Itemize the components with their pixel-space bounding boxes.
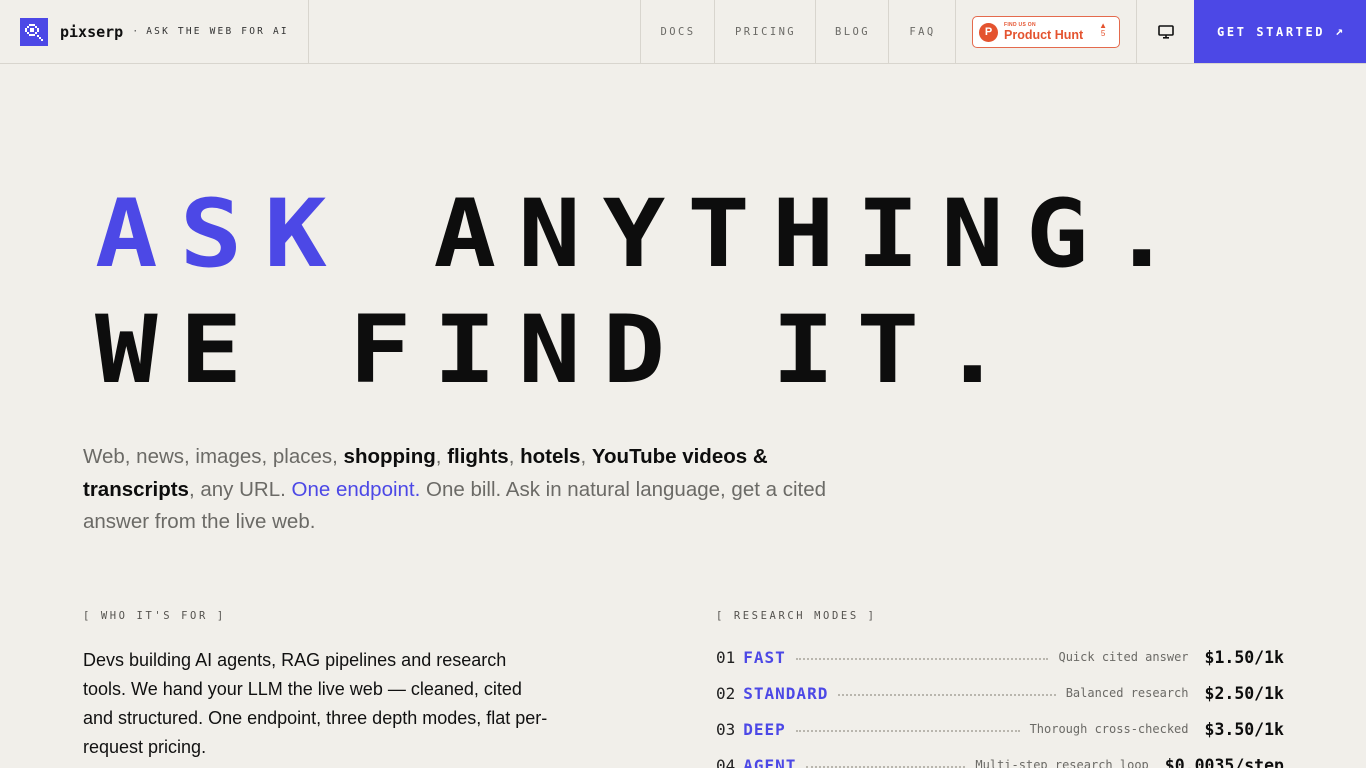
mode-description: Multi-step research loop — [975, 758, 1149, 768]
who-section-body: Devs building AI agents, RAG pipelines a… — [83, 650, 548, 757]
dotted-leader — [795, 730, 1020, 732]
mode-row-fast[interactable]: 01 FAST Quick cited answer $1.50/1k — [716, 645, 1284, 669]
lede-text: , — [435, 445, 448, 468]
mode-number: 03 — [716, 719, 736, 739]
product-hunt-name: Product Hunt — [1004, 27, 1084, 42]
nav-blog[interactable]: BLOG — [815, 0, 889, 63]
arrow-up-right-icon: ↗ — [1335, 24, 1343, 39]
who-section-label: [ WHO IT'S FOR ] — [83, 610, 226, 622]
mode-description: Quick cited answer — [1058, 650, 1189, 664]
lede-hotels: hotels — [520, 445, 581, 468]
mode-price: $1.50/1k — [1204, 647, 1284, 667]
hero-accent-word: ASK — [95, 178, 349, 289]
product-hunt-icon: P — [979, 22, 998, 42]
mode-price: $3.50/1k — [1204, 719, 1284, 739]
nav-docs[interactable]: DOCS — [640, 0, 715, 63]
vote-count: 5 — [1100, 29, 1106, 39]
top-nav: pixserp · ASK THE WEB FOR AI DOCS PRICIN… — [0, 0, 1366, 64]
hero-line-2-text: WE FIND IT. — [95, 294, 1026, 405]
lede-text: , — [580, 445, 592, 468]
product-hunt-text: FIND US ON Product Hunt — [1004, 21, 1084, 42]
mode-name: DEEP — [743, 719, 786, 739]
mode-name: FAST — [743, 647, 786, 667]
dotted-leader — [838, 694, 1056, 696]
mode-description: Balanced research — [1065, 686, 1189, 700]
lede-shopping: shopping — [343, 445, 436, 468]
mode-number: 04 — [716, 755, 736, 768]
hero-headline-line-1: ASK ANYTHING. — [95, 187, 1195, 281]
lede-text: , any URL. — [188, 477, 292, 501]
mode-price: $2.50/1k — [1204, 683, 1284, 703]
hero-headline-line-2: WE FIND IT. — [95, 303, 1026, 397]
lede-text: Web, news, images, places, — [83, 445, 344, 468]
nav-pricing[interactable]: PRICING — [714, 0, 816, 63]
monitor-icon — [1157, 24, 1174, 39]
product-hunt-small-label: FIND US ON — [1004, 21, 1036, 28]
hero-line-1-rest: ANYTHING. — [348, 178, 1195, 289]
brand-name: pixserp — [60, 22, 124, 41]
brand-separator: · — [132, 26, 139, 37]
mode-description: Thorough cross-checked — [1029, 722, 1189, 736]
dotted-leader — [795, 658, 1049, 660]
get-started-label: GET STARTED — [1217, 24, 1326, 39]
mode-name: STANDARD — [743, 683, 829, 703]
lede-endpoint-link[interactable]: One endpoint. — [292, 478, 421, 501]
mode-row-deep[interactable]: 03 DEEP Thorough cross-checked $3.50/1k — [716, 717, 1284, 741]
mode-number: 02 — [716, 683, 736, 703]
mode-row-standard[interactable]: 02 STANDARD Balanced research $2.50/1k — [716, 681, 1284, 705]
lede-text: , — [508, 445, 521, 468]
mode-row-agent[interactable]: 04 AGENT Multi-step research loop $0.003… — [716, 753, 1284, 768]
brand-tagline: ASK THE WEB FOR AI — [146, 26, 289, 37]
hero-description: Web, news, images, places, shopping, fli… — [83, 441, 873, 539]
get-started-button[interactable]: GET STARTED ↗ — [1194, 0, 1366, 63]
mode-price: $0.0035/step — [1164, 755, 1284, 768]
modes-section-label: [ RESEARCH MODES ] — [716, 610, 877, 622]
theme-toggle-button[interactable] — [1136, 0, 1194, 63]
lede-flights: flights — [447, 445, 509, 468]
product-hunt-badge[interactable]: P FIND US ON Product Hunt ▲ 5 — [972, 16, 1120, 48]
mode-name: AGENT — [743, 755, 797, 768]
mode-number: 01 — [716, 647, 736, 667]
brand[interactable]: pixserp · ASK THE WEB FOR AI — [0, 0, 309, 63]
magnifier-pixel-icon — [20, 17, 48, 46]
nav-faq[interactable]: FAQ — [888, 0, 956, 63]
product-hunt-votes: ▲ 5 — [1099, 21, 1107, 39]
